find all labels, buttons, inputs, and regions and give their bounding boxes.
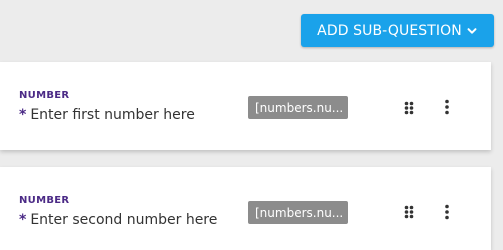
required-marker: * — [19, 107, 27, 123]
question-prompt: * Enter first number here — [19, 107, 195, 123]
sub-question-card: NUMBER * Enter first number here [numbers… — [0, 62, 491, 150]
more-vertical-icon[interactable] — [442, 99, 452, 115]
variable-tag[interactable]: [numbers.nu... — [248, 96, 348, 119]
chevron-down-icon — [466, 25, 478, 37]
question-type-label: NUMBER — [19, 90, 70, 101]
sub-question-card: NUMBER * Enter second number here [number… — [0, 167, 491, 250]
drag-handle-icon[interactable] — [404, 204, 414, 219]
question-prompt: * Enter second number here — [19, 212, 217, 228]
question-prompt-text: Enter second number here — [30, 212, 218, 228]
add-sub-question-label: ADD SUB-QUESTION — [317, 22, 462, 39]
required-marker: * — [19, 212, 27, 228]
drag-handle-icon[interactable] — [404, 100, 414, 115]
more-vertical-icon[interactable] — [442, 204, 452, 220]
question-prompt-text: Enter first number here — [30, 107, 195, 123]
add-sub-question-button[interactable]: ADD SUB-QUESTION — [301, 14, 494, 47]
variable-tag[interactable]: [numbers.nu... — [248, 201, 348, 224]
question-type-label: NUMBER — [19, 195, 70, 206]
